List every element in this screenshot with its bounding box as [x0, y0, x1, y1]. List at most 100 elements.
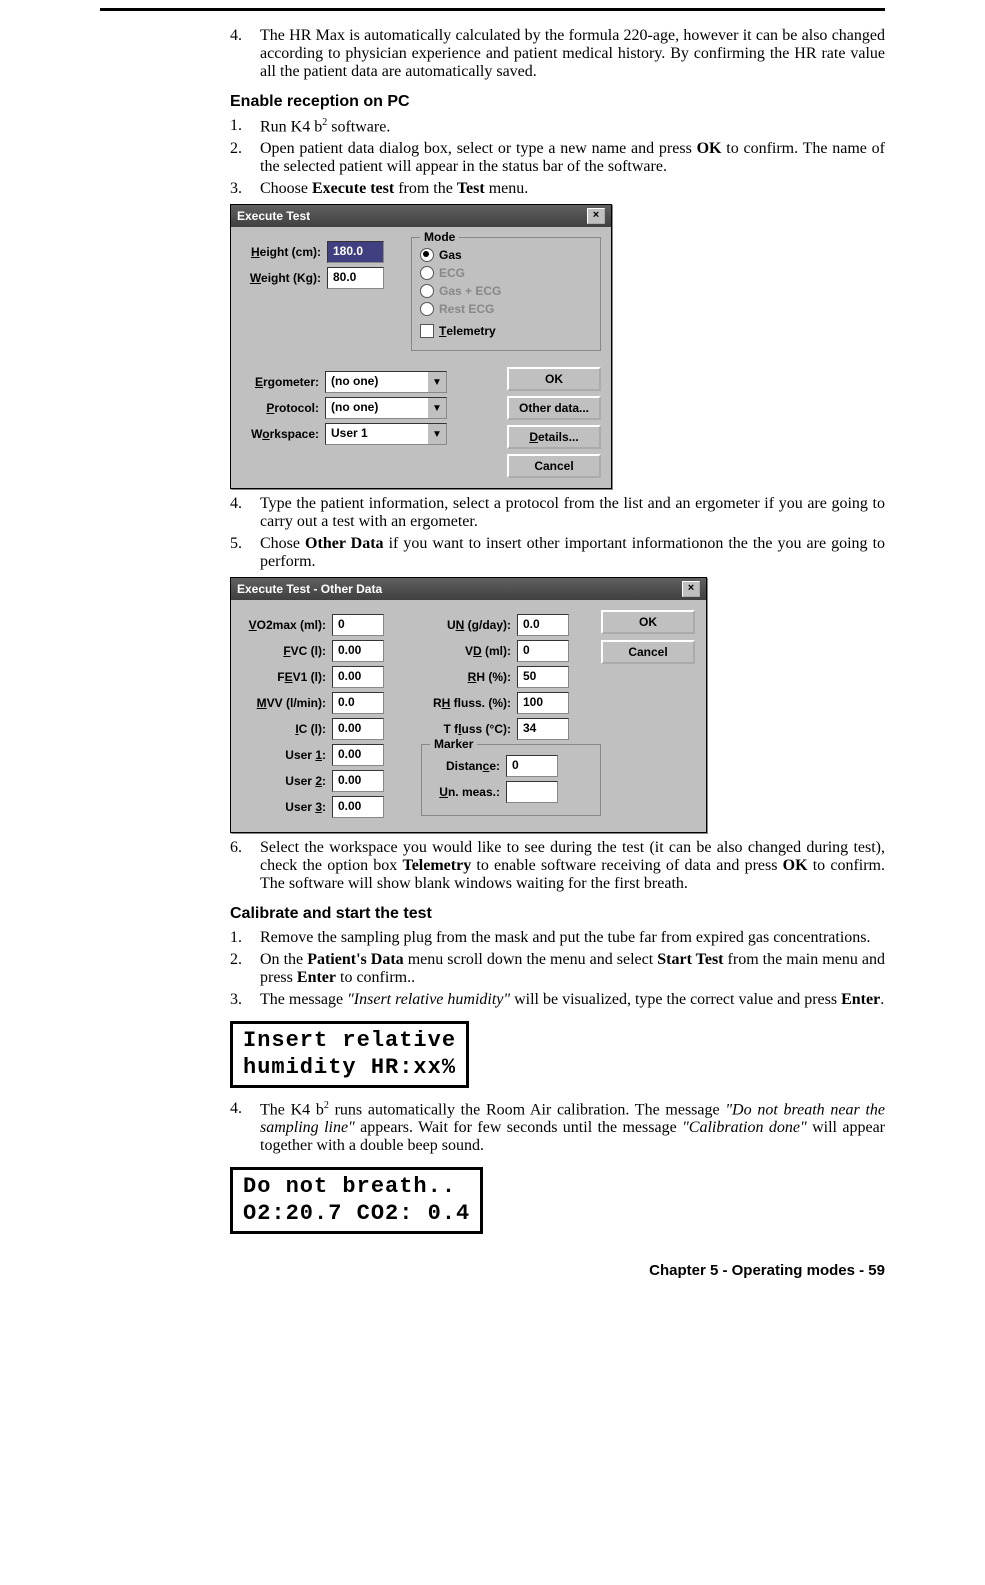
list-item: 3. Choose Execute test from the Test men… [230, 180, 885, 198]
list-text: Remove the sampling plug from the mask a… [260, 929, 885, 947]
list-number: 4. [230, 1100, 260, 1155]
heading-enable-reception: Enable reception on PC [230, 93, 885, 111]
ok-button[interactable]: OK [601, 610, 695, 634]
list-number: 4. [230, 27, 260, 81]
chevron-down-icon: ▼ [427, 398, 446, 418]
list-number: 2. [230, 951, 260, 987]
protocol-combo[interactable]: (no one)▼ [325, 397, 447, 419]
user1-input[interactable]: 0.00 [332, 744, 384, 766]
vd-label: VD (ml): [421, 644, 511, 658]
lcd-display: Insert relative humidity HR:xx% [230, 1021, 469, 1088]
tfluss-input[interactable]: 34 [517, 718, 569, 740]
titlebar: Execute Test - Other Data × [231, 578, 706, 600]
vd-input[interactable]: 0 [517, 640, 569, 662]
distance-label: Distance: [430, 759, 500, 773]
list-number: 2. [230, 140, 260, 176]
list-text: Select the workspace you would like to s… [260, 839, 885, 893]
lcd-line: O2:20.7 CO2: 0.4 [243, 1201, 470, 1227]
user3-input[interactable]: 0.00 [332, 796, 384, 818]
execute-test-dialog: Execute Test × HHeight (cm):eight (cm): 1… [230, 204, 612, 489]
top-rule [100, 8, 885, 11]
fvc-label: FVC (l): [241, 644, 326, 658]
list-text: The K4 b2 runs automatically the Room Ai… [260, 1100, 885, 1155]
execute-test-other-data-dialog: Execute Test - Other Data × VO2max (ml):… [230, 577, 707, 833]
list-number: 6. [230, 839, 260, 893]
chevron-down-icon: ▼ [427, 424, 446, 444]
vo2max-input[interactable]: 0 [332, 614, 384, 636]
titlebar: Execute Test × [231, 205, 611, 227]
close-icon[interactable]: × [587, 208, 605, 224]
lcd-line: Do not breath.. [243, 1174, 470, 1200]
fev1-input[interactable]: 0.00 [332, 666, 384, 688]
other-data-button[interactable]: Other data... [507, 396, 601, 420]
list-number: 3. [230, 180, 260, 198]
user2-input[interactable]: 0.00 [332, 770, 384, 792]
lcd-line: humidity HR:xx% [243, 1055, 456, 1081]
marker-group: Marker Distance:0 Un. meas.: [421, 744, 601, 816]
dialog-title: Execute Test - Other Data [237, 582, 382, 596]
mvv-input[interactable]: 0.0 [332, 692, 384, 714]
radio-gas-ecg: Gas + ECG [420, 284, 592, 298]
list-item: 1. Remove the sampling plug from the mas… [230, 929, 885, 947]
cancel-button[interactable]: Cancel [507, 454, 601, 478]
un-label: UN (g/day): [421, 618, 511, 632]
rhfluss-label: RH fluss. (%): [421, 696, 511, 710]
chevron-down-icon: ▼ [427, 372, 446, 392]
list-text: Run K4 b2 software. [260, 117, 885, 136]
ok-button[interactable]: OK [507, 367, 601, 391]
radio-rest-ecg: Rest ECG [420, 302, 592, 316]
radio-ecg: ECG [420, 266, 592, 280]
rhfluss-input[interactable]: 100 [517, 692, 569, 714]
dialog-body: HHeight (cm):eight (cm): 180.0 Weight (Kg… [231, 227, 611, 488]
heading-calibrate: Calibrate and start the test [230, 905, 885, 923]
lcd-line: Insert relative [243, 1028, 456, 1054]
list-text: On the Patient's Data menu scroll down t… [260, 951, 885, 987]
rh-input[interactable]: 50 [517, 666, 569, 688]
ic-input[interactable]: 0.00 [332, 718, 384, 740]
details-button[interactable]: Details... [507, 425, 601, 449]
list-number: 4. [230, 495, 260, 531]
page-footer: Chapter 5 - Operating modes - 59 [100, 1262, 885, 1279]
ergometer-combo[interactable]: (no one)▼ [325, 371, 447, 393]
telemetry-check[interactable]: Telemetry [420, 324, 592, 338]
fvc-input[interactable]: 0.00 [332, 640, 384, 662]
list-number: 3. [230, 991, 260, 1009]
un-input[interactable]: 0.0 [517, 614, 569, 636]
list-item: 4. The K4 b2 runs automatically the Room… [230, 1100, 885, 1155]
dialog-title: Execute Test [237, 209, 310, 223]
lcd-display: Do not breath.. O2:20.7 CO2: 0.4 [230, 1167, 483, 1234]
close-icon[interactable]: × [682, 581, 700, 597]
unmeas-input[interactable] [506, 781, 558, 803]
tfluss-label: T fluss (°C): [421, 722, 511, 736]
page: 4. The HR Max is automatically calculate… [0, 8, 985, 1309]
user2-label: User 2: [241, 774, 326, 788]
fev1-label: FEV1 (l): [241, 670, 326, 684]
dialog-body: VO2max (ml):0 FVC (l):0.00 FEV1 (l):0.00… [231, 600, 706, 832]
mvv-label: MVV (l/min): [241, 696, 326, 710]
cancel-button[interactable]: Cancel [601, 640, 695, 664]
weight-input[interactable]: 80.0 [327, 267, 384, 289]
list-text: Type the patient information, select a p… [260, 495, 885, 531]
list-item: 4. The HR Max is automatically calculate… [230, 27, 885, 81]
list-item: 3. The message "Insert relative humidity… [230, 991, 885, 1009]
list-item: 1. Run K4 b2 software. [230, 117, 885, 136]
distance-input[interactable]: 0 [506, 755, 558, 777]
radio-gas[interactable]: Gas [420, 248, 592, 262]
height-label: HHeight (cm):eight (cm): [241, 245, 321, 259]
unmeas-label: Un. meas.: [430, 785, 500, 799]
weight-label: Weight (Kg): [241, 271, 321, 285]
workspace-combo[interactable]: User 1▼ [325, 423, 447, 445]
list-item: 2. On the Patient's Data menu scroll dow… [230, 951, 885, 987]
user1-label: User 1: [241, 748, 326, 762]
list-item: 4. Type the patient information, select … [230, 495, 885, 531]
list-item: 2. Open patient data dialog box, select … [230, 140, 885, 176]
content-column: 4. The HR Max is automatically calculate… [230, 27, 885, 1242]
list-number: 1. [230, 929, 260, 947]
height-input[interactable]: 180.0 [327, 241, 384, 263]
ergometer-label: Ergometer: [241, 375, 319, 389]
list-item: 5. Chose Other Data if you want to inser… [230, 535, 885, 571]
rh-label: RH (%): [421, 670, 511, 684]
user3-label: User 3: [241, 800, 326, 814]
vo2max-label: VO2max (ml): [241, 618, 326, 632]
ic-label: IC (l): [241, 722, 326, 736]
